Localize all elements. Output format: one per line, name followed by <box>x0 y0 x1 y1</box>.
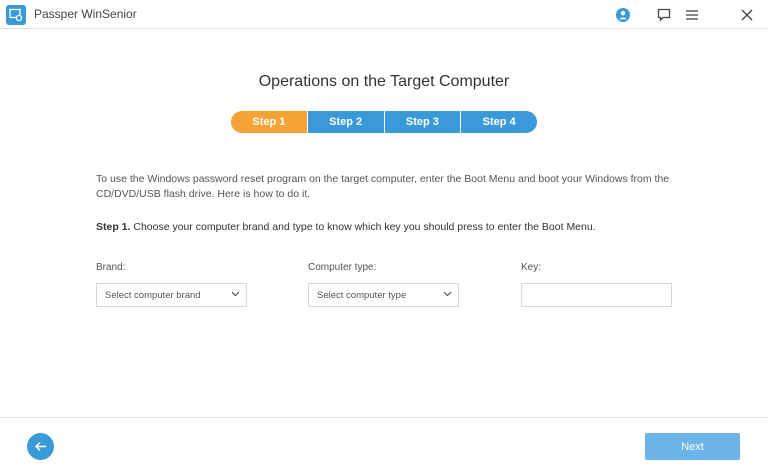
close-icon[interactable] <box>737 5 757 25</box>
brand-select-value: Select computer brand <box>105 290 201 301</box>
brand-select[interactable]: Select computer brand <box>96 283 247 307</box>
step-4-indicator: Step 4 <box>461 111 537 133</box>
chevron-down-icon <box>231 288 240 300</box>
back-button[interactable] <box>27 433 54 460</box>
step-progress: Step 1 Step 2 Step 3 Step 4 <box>231 111 537 133</box>
chevron-down-icon <box>443 288 452 300</box>
computer-type-label: Computer type: <box>308 262 377 273</box>
back-arrow-icon <box>34 441 46 452</box>
footer-bar: Next <box>0 417 768 473</box>
intro-text: To use the Windows password reset progra… <box>96 173 670 200</box>
computer-type-select[interactable]: Select computer type <box>308 283 459 307</box>
menu-icon[interactable] <box>682 5 702 25</box>
page-title: Operations on the Target Computer <box>258 73 510 90</box>
app-title: Passper WinSenior <box>34 7 137 21</box>
key-field <box>521 283 672 307</box>
step-1-description: Choose your computer brand and type to k… <box>130 221 596 233</box>
step-1-indicator: Step 1 <box>231 111 307 133</box>
computer-type-select-value: Select computer type <box>317 290 407 301</box>
passper-logo-icon <box>6 5 26 25</box>
brand-label: Brand: <box>96 262 126 273</box>
key-label: Key: <box>521 262 542 273</box>
account-icon[interactable] <box>613 5 633 25</box>
step-3-indicator: Step 3 <box>384 111 461 133</box>
title-bar: Passper WinSenior <box>0 0 768 29</box>
step-1-heading: Step 1. <box>96 221 131 233</box>
feedback-icon[interactable] <box>654 5 674 25</box>
next-button[interactable]: Next <box>645 433 740 460</box>
step-2-indicator: Step 2 <box>307 111 384 133</box>
step-1-instruction: Step 1. Choose your computer brand and t… <box>96 221 596 233</box>
